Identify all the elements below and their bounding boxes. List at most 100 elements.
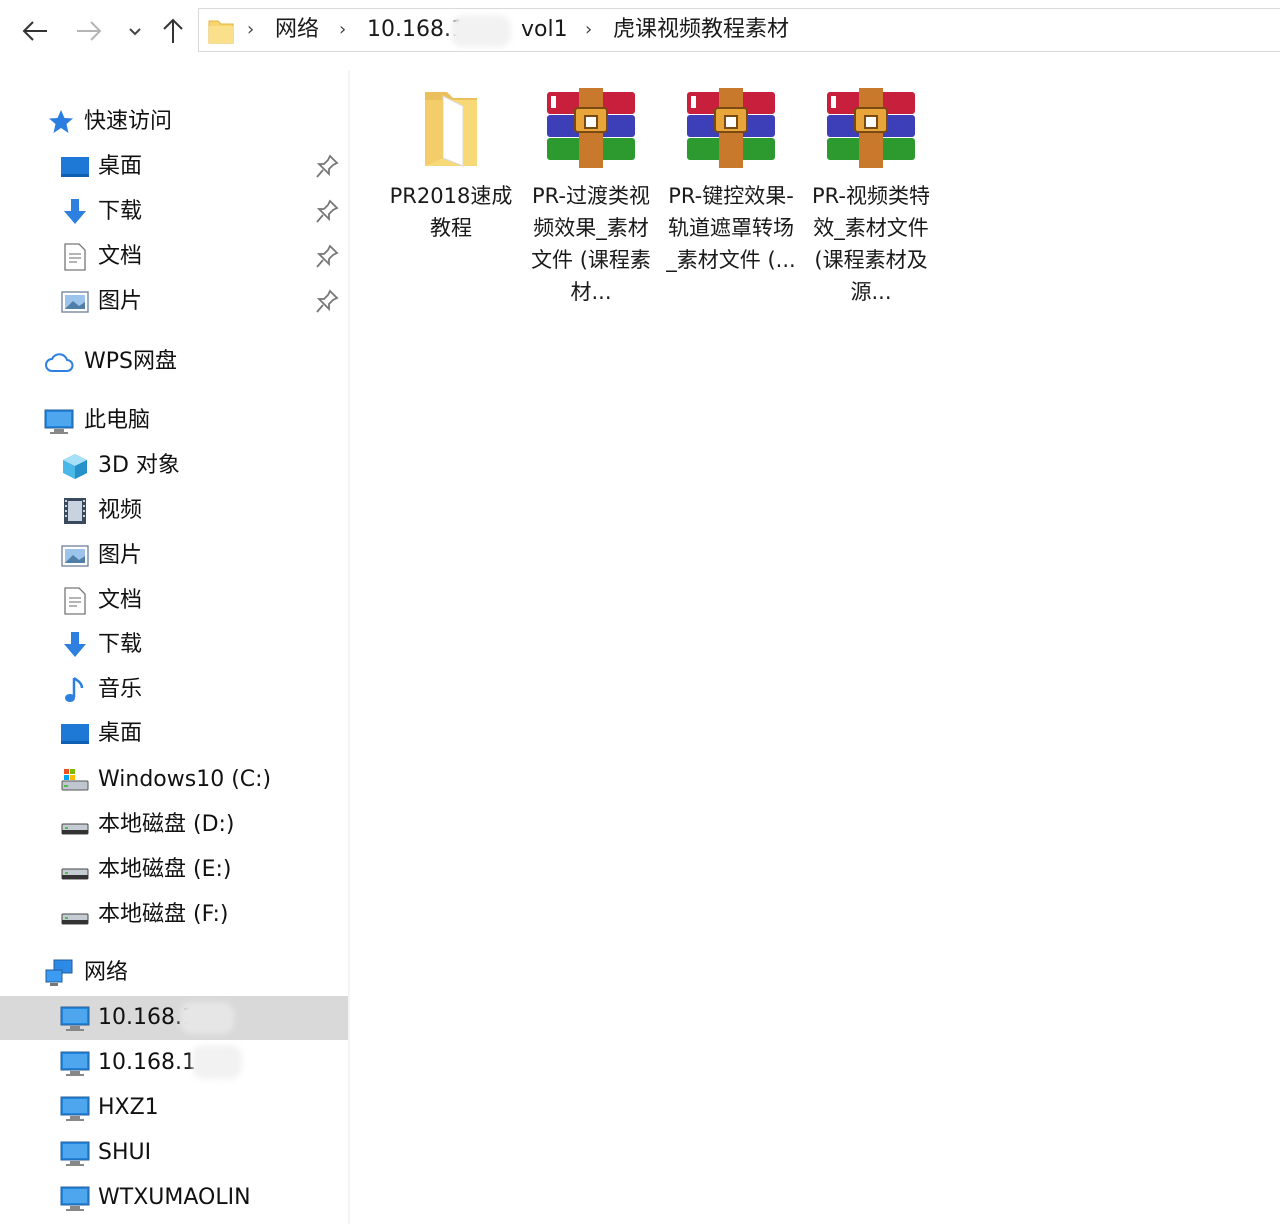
document-icon [64,587,86,615]
file-name: PR-键控效果-轨道遮罩转场_素材文件 (... [666,184,796,272]
sidebar-item-3d-objects[interactable]: 3D 对象 [0,444,348,488]
sidebar-item-label: 文档 [98,244,143,269]
chevron-down-icon [129,28,141,36]
sidebar-item-label: 图片 [98,289,143,314]
folder-icon [425,92,477,167]
sidebar-item-label: 本地磁盘 (F:) [98,902,229,927]
pin-icon[interactable] [314,243,340,271]
cloud-icon [45,353,74,372]
winrar-archive-icon [827,88,915,168]
sidebar-item-label: Windows10 (C:) [98,767,272,792]
file-name: PR2018速成教程 [389,184,513,240]
drive-icon [61,823,89,835]
sidebar-item-label: 此电脑 [84,408,151,433]
sidebar-item-downloads-pc[interactable]: 下载 [0,623,348,667]
redaction-blur [180,1002,234,1034]
sidebar-item-wps-drive[interactable]: WPS网盘 [0,340,348,384]
navigation-pane: 快速访问 桌面 下载 文档 图片 WPS网盘 此电脑 3D 对象 视频 图片 文… [0,70,348,1224]
pin-icon[interactable] [314,198,340,226]
file-name: PR-视频类特效_素材文件 (课程素材及源... [812,184,930,304]
file-item[interactable]: PR-过渡类视频效果_素材文件 (课程素材... [526,86,656,308]
chevron-right-icon: › [247,19,255,40]
arrow-left-icon [22,21,47,41]
sidebar-item-documents[interactable]: 文档 [0,235,348,279]
3d-objects-icon [63,454,87,479]
address-bar[interactable]: › 网络 › 10.168.1 vol1 › 虎课视频教程素材 [198,8,1280,52]
up-button[interactable] [156,14,190,48]
sidebar-item-label: 网络 [84,960,129,985]
sidebar-item-pictures-pc[interactable]: 图片 [0,534,348,578]
breadcrumb-current-folder[interactable]: 虎课视频教程素材 [613,9,789,51]
sidebar-item-desktop[interactable]: 桌面 [0,145,348,189]
forward-button[interactable] [72,14,106,48]
sidebar-item-videos[interactable]: 视频 [0,489,348,533]
breadcrumb-network[interactable]: 网络 [275,9,319,51]
sidebar-item-network-host-1[interactable]: 10.168.1 [0,996,348,1040]
computer-icon [60,1141,90,1166]
drive-icon [61,868,89,880]
sidebar-item-network[interactable]: 网络 [0,951,348,995]
navigation-bar: › 网络 › 10.168.1 vol1 › 虎课视频教程素材 [0,0,1280,71]
file-item[interactable]: PR-视频类特效_素材文件 (课程素材及源... [806,86,936,308]
computer-icon [60,1051,90,1076]
sidebar-item-drive-c[interactable]: Windows10 (C:) [0,758,348,802]
breadcrumb-vol1[interactable]: vol1 [521,9,568,51]
sidebar-item-documents-pc[interactable]: 文档 [0,579,348,623]
chevron-right-icon: › [339,19,347,40]
redaction-blur [192,1045,242,1079]
pictures-icon [61,545,89,567]
sidebar-item-drive-f[interactable]: 本地磁盘 (F:) [0,893,348,937]
winrar-archive-icon [687,88,775,168]
desktop-icon [61,724,89,744]
sidebar-item-label: 本地磁盘 (D:) [98,812,235,837]
sidebar-item-quick-access[interactable]: 快速访问 [0,100,348,144]
computer-icon [60,1006,90,1031]
desktop-icon [61,157,89,177]
pin-icon[interactable] [314,288,340,316]
sidebar-item-network-hxz1[interactable]: HXZ1 [0,1086,348,1130]
sidebar-item-label: 3D 对象 [98,453,180,478]
sidebar-item-drive-e[interactable]: 本地磁盘 (E:) [0,848,348,892]
sidebar-item-this-pc[interactable]: 此电脑 [0,399,348,443]
file-item[interactable]: PR-键控效果-轨道遮罩转场_素材文件 (... [666,86,796,276]
network-icon [45,959,73,986]
drive-icon [61,913,89,925]
arrow-right-icon [77,21,102,41]
sidebar-item-network-host-2[interactable]: 10.168.1. [0,1041,348,1085]
arrow-up-icon [163,18,183,43]
star-icon [49,110,73,133]
back-button[interactable] [18,14,52,48]
file-name: PR-过渡类视频效果_素材文件 (课程素材... [531,184,651,304]
sidebar-item-label: SHUI [98,1140,152,1165]
sidebar-item-pictures[interactable]: 图片 [0,280,348,324]
sidebar-item-label: 快速访问 [84,109,173,134]
file-list: PR2018速成教程 PR-过渡类视频效果_素材文件 (课程素材... PR-键… [350,70,1280,1224]
sidebar-item-network-wtxumaolin[interactable]: WTXUMAOLIN [0,1176,348,1220]
sidebar-item-label: 视频 [98,498,143,523]
pin-icon[interactable] [314,153,340,181]
sidebar-item-desktop-pc[interactable]: 桌面 [0,712,348,756]
sidebar-item-label: 本地磁盘 (E:) [98,857,232,882]
computer-icon [60,1186,90,1211]
computer-icon [44,409,74,434]
sidebar-item-label: 桌面 [98,154,143,179]
file-item[interactable]: PR2018速成教程 [386,86,516,244]
computer-icon [60,1096,90,1121]
music-icon [65,676,84,702]
sidebar-item-network-shui[interactable]: SHUI [0,1131,348,1175]
download-icon [64,199,86,224]
sidebar-item-label: WTXUMAOLIN [98,1185,251,1210]
sidebar-item-drive-d[interactable]: 本地磁盘 (D:) [0,803,348,847]
pictures-icon [61,291,89,313]
sidebar-item-label: 音乐 [98,677,143,702]
folder-icon [208,20,234,44]
sidebar-item-label: WPS网盘 [84,349,177,374]
sidebar-item-label: 下载 [98,199,143,224]
recent-locations-button[interactable] [118,14,152,48]
sidebar-item-label: 10.168.1. [98,1050,203,1075]
sidebar-item-music[interactable]: 音乐 [0,668,348,712]
sidebar-item-label: 图片 [98,543,143,568]
chevron-right-icon: › [585,19,593,40]
sidebar-item-downloads[interactable]: 下载 [0,190,348,234]
sidebar-item-label: 文档 [98,588,143,613]
